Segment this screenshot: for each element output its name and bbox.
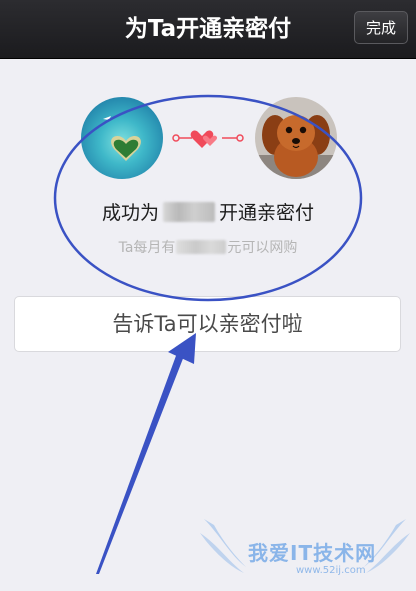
blurred-amount [176,240,227,254]
watermark-url: www.52ij.com [296,565,366,576]
success-suffix: 开通亲密付 [219,202,315,224]
navigation-bar: 为Ta开通亲密付 完成 [0,0,416,59]
blurred-name [163,202,215,222]
connection-icon [170,124,246,152]
friend-avatar [255,97,337,179]
tell-ta-button[interactable]: 告诉Ta可以亲密付啦 [14,296,401,352]
limit-suffix: 元可以网购 [227,240,298,256]
island-image [81,97,163,179]
watermark-text: 我爱IT技术网 [248,541,377,565]
my-avatar [81,97,163,179]
annotation-arrow [96,353,184,574]
done-button[interactable]: 完成 [354,11,408,44]
watermark: 我爱IT技术网 www.52ij.com [200,515,410,591]
limit-prefix: Ta每月有 [118,240,176,256]
success-prefix: 成功为 [101,202,159,224]
success-message: 成功为 开通亲密付 [0,198,416,225]
limit-message: Ta每月有 元可以网购 [0,237,416,257]
dog-image [255,97,337,179]
